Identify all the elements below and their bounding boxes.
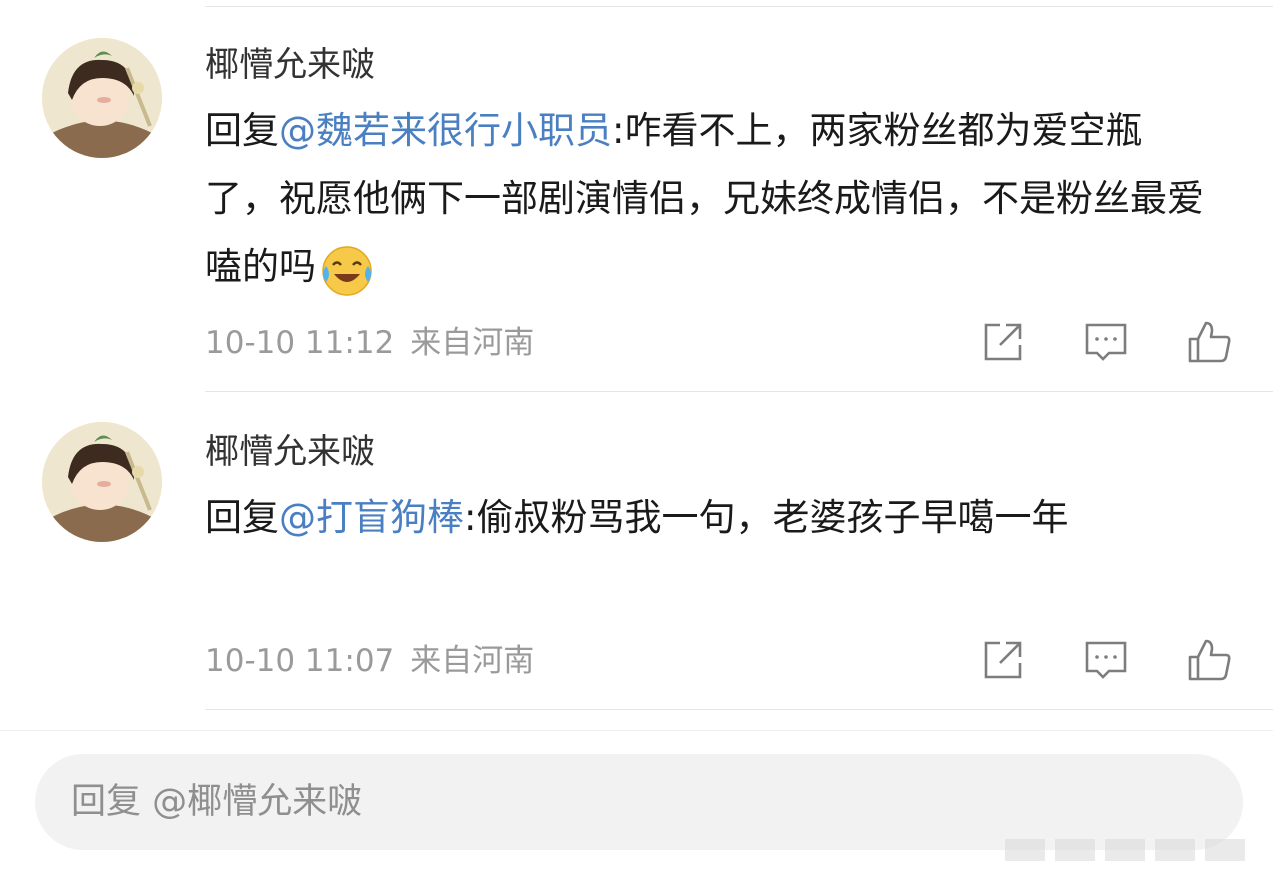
comment-meta: 10-10 11:07 来自河南 bbox=[205, 643, 534, 679]
reply-prefix: 回复 bbox=[205, 109, 279, 152]
comment-icon[interactable] bbox=[1083, 319, 1129, 365]
comment-meta: 10-10 11:12 来自河南 bbox=[205, 325, 534, 361]
share-icon[interactable] bbox=[980, 637, 1026, 683]
reply-prefix: 回复 bbox=[205, 496, 279, 539]
divider bbox=[205, 709, 1273, 710]
avatar[interactable] bbox=[42, 422, 162, 542]
timestamp: 10-10 11:07 bbox=[205, 643, 395, 679]
comment-icon[interactable] bbox=[1083, 637, 1129, 683]
timestamp: 10-10 11:12 bbox=[205, 325, 395, 361]
location: 来自河南 bbox=[410, 643, 535, 679]
comment-item: 椰懵允来啵 回复@魏若来很行小职员:咋看不上，两家粉丝都为爱空瓶了，祝愿他俩下一… bbox=[0, 0, 1273, 392]
comment-text: 回复@魏若来很行小职员:咋看不上，两家粉丝都为爱空瓶了，祝愿他俩下一部剧演情侣，… bbox=[205, 97, 1215, 301]
avatar-illustration-icon bbox=[42, 38, 162, 158]
laughing-crying-emoji-icon bbox=[318, 240, 376, 298]
thumbs-up-icon[interactable] bbox=[1186, 319, 1232, 365]
username[interactable]: 椰懵允来啵 bbox=[205, 45, 375, 85]
share-icon[interactable] bbox=[980, 319, 1026, 365]
comment-body: :偷叔粉骂我一句，老婆孩子早噶一年 bbox=[464, 496, 1069, 539]
location: 来自河南 bbox=[410, 325, 535, 361]
username[interactable]: 椰懵允来啵 bbox=[205, 432, 375, 472]
watermark bbox=[1005, 833, 1265, 867]
avatar-illustration-icon bbox=[42, 422, 162, 542]
mention-link[interactable]: @打盲狗棒 bbox=[279, 496, 464, 539]
reply-input-placeholder: 回复 @椰懵允来啵 bbox=[71, 782, 363, 822]
mention-link[interactable]: @魏若来很行小职员 bbox=[279, 109, 612, 152]
avatar[interactable] bbox=[42, 38, 162, 158]
thumbs-up-icon[interactable] bbox=[1186, 637, 1232, 683]
comment-text: 回复@打盲狗棒:偷叔粉骂我一句，老婆孩子早噶一年 bbox=[205, 484, 1215, 552]
comment-item: 椰懵允来啵 回复@打盲狗棒:偷叔粉骂我一句，老婆孩子早噶一年 10-10 11:… bbox=[0, 392, 1273, 712]
